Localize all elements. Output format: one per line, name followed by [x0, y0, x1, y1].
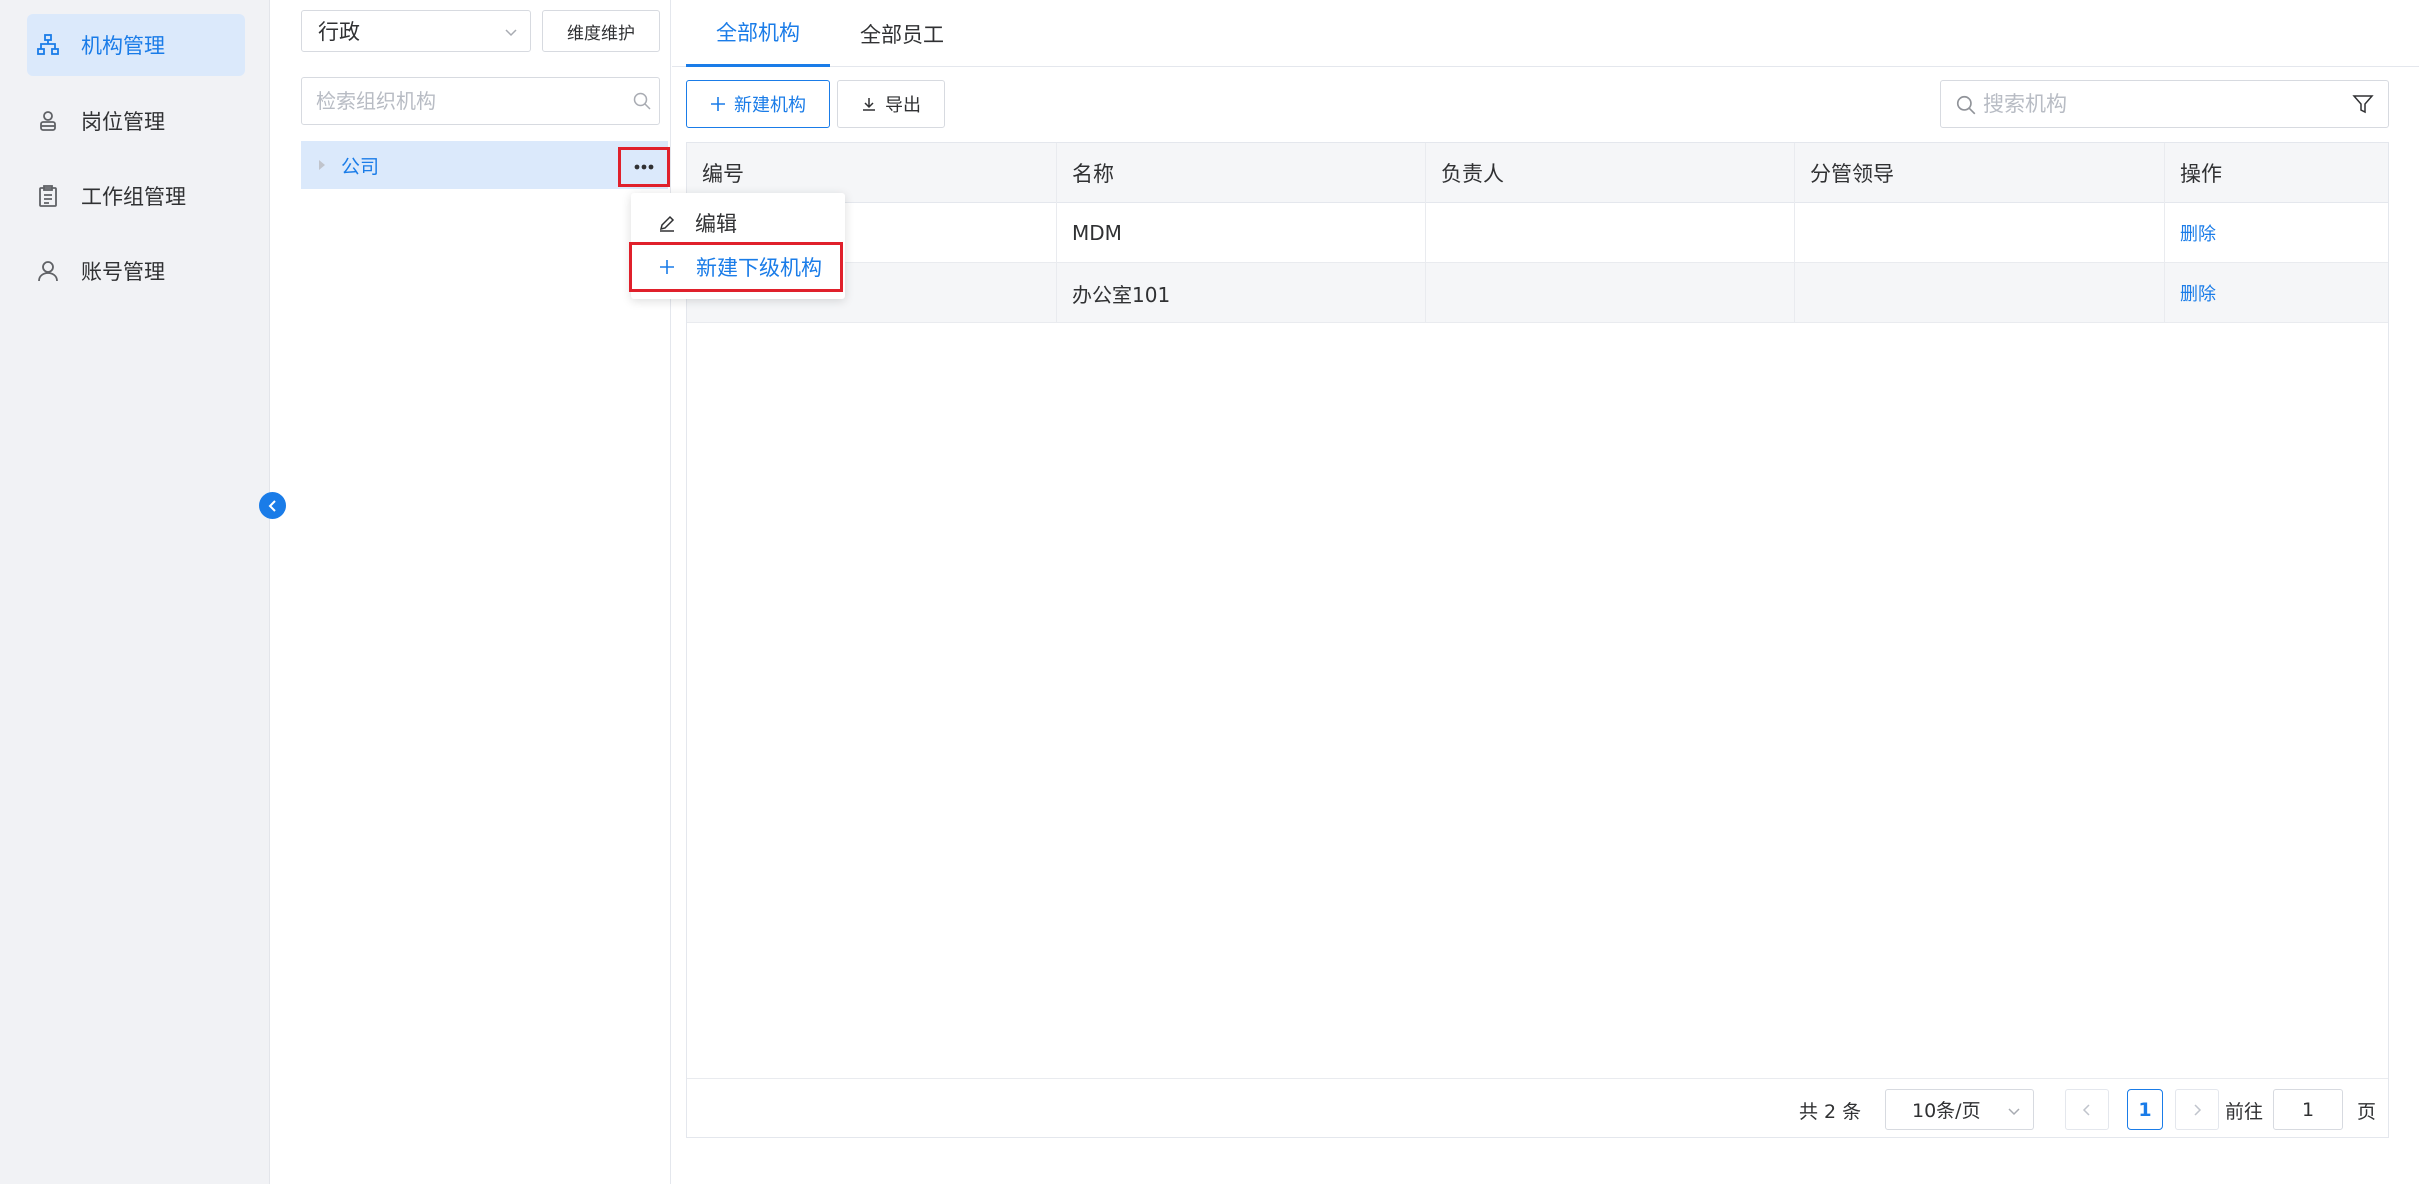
main-tabs: 全部机构 全部员工 — [672, 0, 2419, 67]
cell-action: 删除 — [2165, 203, 2388, 263]
cell-owner — [1426, 203, 1795, 263]
org-tree-search-input[interactable] — [301, 77, 660, 125]
column-header-leader: 分管领导 — [1795, 143, 2165, 203]
sidebar-item-label: 岗位管理 — [81, 110, 165, 134]
chevron-right-icon — [2194, 1103, 2202, 1116]
cell-action: 删除 — [2165, 263, 2388, 323]
next-page-button[interactable] — [2175, 1089, 2219, 1130]
position-icon — [35, 108, 61, 134]
tree-node-more-button[interactable] — [618, 147, 670, 187]
table-header: 编号 名称 负责人 分管领导 操作 — [687, 143, 2388, 203]
tree-node-company[interactable]: 公司 — [301, 141, 668, 189]
caret-right-icon[interactable] — [317, 159, 327, 171]
page-size-select[interactable]: 10条/页 — [1885, 1089, 2034, 1130]
table-row: MDM 删除 — [687, 203, 2388, 263]
tree-node-label: 公司 — [341, 155, 380, 178]
export-button[interactable]: 导出 — [837, 80, 945, 128]
context-menu-add-child[interactable]: 新建下级机构 — [629, 242, 843, 292]
dimension-maintain-button[interactable]: 维度维护 — [542, 10, 660, 52]
prev-page-button[interactable] — [2065, 1089, 2109, 1130]
goto-page-input[interactable] — [2273, 1089, 2343, 1130]
chevron-left-icon — [2082, 1103, 2090, 1116]
user-icon — [35, 258, 61, 284]
sidebar-item-label: 工作组管理 — [81, 185, 186, 209]
dimension-select[interactable]: 行政 — [301, 10, 531, 52]
org-chart-icon — [35, 32, 61, 58]
chevron-down-icon — [505, 29, 517, 37]
search-icon — [1956, 95, 1976, 115]
plus-icon — [658, 258, 682, 276]
new-org-label: 新建机构 — [734, 95, 806, 116]
org-search-input[interactable] — [1983, 81, 2323, 127]
org-table: 编号 名称 负责人 分管领导 操作 MDM 删除 办公室101 删除 共 2 条… — [686, 142, 2389, 1138]
edit-pen-icon — [657, 213, 681, 233]
clipboard-icon — [35, 183, 61, 209]
search-icon — [633, 92, 651, 110]
goto-label: 前往 — [2225, 1101, 2264, 1123]
dimension-value: 行政 — [318, 20, 360, 44]
cell-leader — [1795, 263, 2165, 323]
pagination-total: 共 2 条 — [1799, 1101, 1862, 1123]
page-suffix-label: 页 — [2357, 1101, 2377, 1123]
plus-icon — [710, 96, 726, 112]
context-menu-edit-label: 编辑 — [695, 212, 737, 236]
export-label: 导出 — [885, 95, 921, 116]
pagination: 共 2 条 10条/页 1 前往 页 — [687, 1078, 2388, 1138]
sidebar-item-workgroup-management[interactable]: 工作组管理 — [27, 165, 245, 227]
chevron-left-icon — [268, 499, 276, 512]
page-number-current[interactable]: 1 — [2127, 1089, 2163, 1130]
context-menu-add-child-label: 新建下级机构 — [696, 256, 822, 280]
cell-leader — [1795, 203, 2165, 263]
sidebar-item-position-management[interactable]: 岗位管理 — [27, 90, 245, 152]
sidebar-item-label: 机构管理 — [81, 34, 165, 58]
sidebar-item-label: 账号管理 — [81, 260, 165, 284]
cell-owner — [1426, 263, 1795, 323]
table-row: 办公室101 删除 — [687, 263, 2388, 323]
tab-all-employees[interactable]: 全部员工 — [830, 0, 974, 67]
column-header-name: 名称 — [1057, 143, 1426, 203]
filter-icon[interactable] — [2352, 93, 2374, 115]
delete-link[interactable]: 删除 — [2180, 280, 2216, 306]
download-icon — [861, 96, 877, 112]
page-size-value: 10条/页 — [1912, 1100, 1981, 1122]
tree-context-menu: 编辑 新建下级机构 — [629, 193, 845, 299]
sidebar-item-org-management[interactable]: 机构管理 — [27, 14, 245, 76]
chevron-down-icon — [2008, 1108, 2020, 1116]
sidebar-item-account-management[interactable]: 账号管理 — [27, 240, 245, 302]
more-dots-icon — [634, 164, 654, 170]
tab-all-orgs[interactable]: 全部机构 — [686, 0, 830, 67]
column-header-owner: 负责人 — [1426, 143, 1795, 203]
cell-name: 办公室101 — [1057, 263, 1426, 323]
sidebar-collapse-button[interactable] — [259, 492, 286, 519]
new-org-button[interactable]: 新建机构 — [686, 80, 830, 128]
column-header-action: 操作 — [2180, 162, 2222, 186]
delete-link[interactable]: 删除 — [2180, 220, 2216, 246]
org-search-box — [1940, 80, 2389, 128]
cell-name: MDM — [1057, 203, 1426, 263]
sidebar: 机构管理 岗位管理 工作组管理 账号管理 — [0, 0, 270, 1184]
context-menu-edit[interactable]: 编辑 — [631, 201, 845, 245]
